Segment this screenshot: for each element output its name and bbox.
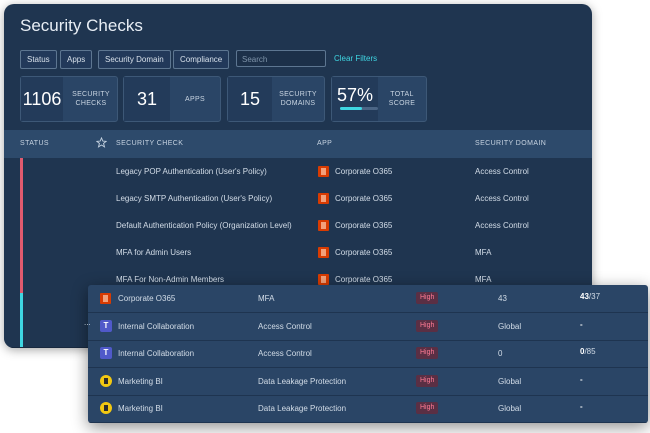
office-icon bbox=[318, 166, 329, 177]
ratio-value: - bbox=[580, 374, 583, 384]
powerbi-icon bbox=[100, 374, 112, 387]
page-title: Security Checks bbox=[20, 16, 143, 35]
scope-value: 0 bbox=[498, 349, 503, 358]
stat-label: APPS bbox=[185, 95, 205, 103]
office-icon bbox=[318, 193, 329, 204]
security-domain: MFA bbox=[258, 294, 275, 303]
stat-label: SECURITY CHECKS bbox=[72, 91, 110, 107]
detail-overlay-table: Corporate O365 MFA High 43 43/37 T Internal Co… bbox=[88, 285, 648, 423]
column-header-status[interactable]: STATUS bbox=[20, 140, 49, 147]
status-indicator bbox=[20, 266, 23, 293]
table-row[interactable]: Legacy POP Authentication (User's Policy… bbox=[4, 158, 592, 186]
ratio-value: - bbox=[580, 319, 583, 329]
office-icon bbox=[318, 220, 329, 231]
security-domain: Data Leakage Protection bbox=[258, 404, 347, 413]
security-check-name: Legacy SMTP Authentication (User's Polic… bbox=[116, 194, 273, 203]
column-header-app[interactable]: APP bbox=[317, 140, 332, 147]
table-row[interactable]: Legacy SMTP Authentication (User's Polic… bbox=[4, 185, 592, 213]
app-name: Corporate O365 bbox=[335, 275, 393, 284]
table-row[interactable]: T Internal Collaboration Access Control Hig… bbox=[88, 340, 648, 368]
table-row[interactable]: MFA for Admin Users Corporate O365 MFA bbox=[4, 239, 592, 267]
table-row[interactable]: Default Authentication Policy (Organizat… bbox=[4, 212, 592, 240]
scope-value: Global bbox=[498, 376, 522, 386]
filter-compliance-button[interactable]: Compliance bbox=[173, 50, 230, 69]
severity-badge: High bbox=[416, 319, 439, 332]
status-indicator bbox=[20, 320, 23, 347]
table-row[interactable]: Marketing BI Data Leakage Protection High G… bbox=[88, 368, 648, 396]
scope-value: Global bbox=[498, 321, 522, 331]
stat-total-score: 57% TOTAL SCORE bbox=[331, 76, 427, 122]
status-indicator bbox=[20, 185, 23, 212]
filter-security-domain-button[interactable]: Security Domain bbox=[98, 50, 171, 69]
stat-security-domains: 15 SECURITY DOMAINS bbox=[227, 76, 325, 122]
score-progress-bar bbox=[340, 107, 378, 110]
office-icon bbox=[318, 274, 329, 285]
teams-icon: T bbox=[100, 319, 112, 332]
table-row[interactable]: T Internal Collaboration Access Control Hig… bbox=[88, 313, 648, 341]
security-check-name: MFA For Non-Admin Members bbox=[116, 275, 225, 284]
app-name: Marketing BI bbox=[118, 376, 163, 386]
stat-security-checks: 1106 SECURITY CHECKS bbox=[20, 76, 118, 122]
office-icon bbox=[318, 247, 329, 258]
security-domain: MFA bbox=[475, 275, 492, 284]
truncated-check-name: ... bbox=[84, 318, 91, 327]
stat-label: SECURITY DOMAINS bbox=[279, 91, 317, 107]
filter-apps-button[interactable]: Apps bbox=[60, 50, 93, 69]
office-icon bbox=[100, 293, 111, 304]
scope-value: 43 bbox=[498, 294, 507, 303]
stat-value: 15 bbox=[228, 77, 272, 121]
app-name: Corporate O365 bbox=[118, 294, 176, 303]
security-domain: Access Control bbox=[475, 221, 529, 230]
ratio-value: 0/85 bbox=[580, 347, 596, 356]
severity-badge: High bbox=[416, 374, 439, 387]
security-domain: Data Leakage Protection bbox=[258, 376, 347, 386]
table-header: STATUS SECURITY CHECK APP SECURITY DOMAI… bbox=[4, 130, 592, 158]
column-header-security-domain[interactable]: SECURITY DOMAIN bbox=[475, 140, 546, 147]
status-indicator bbox=[20, 293, 23, 320]
severity-badge: High bbox=[416, 347, 439, 359]
security-check-name: Default Authentication Policy (Organizat… bbox=[116, 221, 292, 230]
security-check-name: MFA for Admin Users bbox=[116, 248, 192, 257]
app-name: Corporate O365 bbox=[335, 221, 393, 230]
stat-value: 57% bbox=[332, 77, 378, 121]
security-check-name: Legacy POP Authentication (User's Policy… bbox=[116, 167, 267, 176]
severity-badge: High bbox=[416, 402, 439, 414]
ratio-value: 43/37 bbox=[580, 292, 601, 301]
scope-value: Global bbox=[498, 404, 522, 413]
app-name: Corporate O365 bbox=[335, 248, 393, 257]
security-domain: MFA bbox=[475, 248, 492, 257]
star-icon[interactable] bbox=[96, 137, 107, 148]
stat-label: TOTAL SCORE bbox=[388, 91, 416, 107]
stat-value: 1106 bbox=[21, 77, 63, 121]
clear-filters-link[interactable]: Clear Filters bbox=[334, 54, 377, 63]
status-indicator bbox=[20, 239, 23, 266]
powerbi-icon bbox=[100, 402, 112, 414]
status-indicator bbox=[20, 158, 23, 185]
severity-badge: High bbox=[416, 292, 439, 304]
security-domain: Access Control bbox=[258, 321, 312, 331]
stat-apps: 31 APPS bbox=[123, 76, 221, 122]
teams-icon: T bbox=[100, 347, 112, 359]
app-name: Internal Collaboration bbox=[118, 349, 195, 358]
security-domain: Access Control bbox=[475, 194, 529, 203]
ratio-value: - bbox=[580, 402, 583, 411]
status-indicator bbox=[20, 212, 23, 239]
column-header-security-check[interactable]: SECURITY CHECK bbox=[116, 140, 183, 147]
stat-value: 31 bbox=[124, 77, 170, 121]
search-input[interactable]: Search bbox=[236, 50, 326, 67]
security-domain: Access Control bbox=[258, 349, 312, 358]
table-row[interactable]: Marketing BI Data Leakage Protection High G… bbox=[88, 395, 648, 423]
app-name: Corporate O365 bbox=[335, 167, 393, 176]
filter-status-button[interactable]: Status bbox=[20, 50, 57, 69]
table-row[interactable]: Corporate O365 MFA High 43 43/37 bbox=[88, 285, 648, 313]
security-domain: Access Control bbox=[475, 167, 529, 176]
app-name: Marketing BI bbox=[118, 404, 163, 413]
app-name: Corporate O365 bbox=[335, 194, 393, 203]
app-name: Internal Collaboration bbox=[118, 321, 195, 331]
